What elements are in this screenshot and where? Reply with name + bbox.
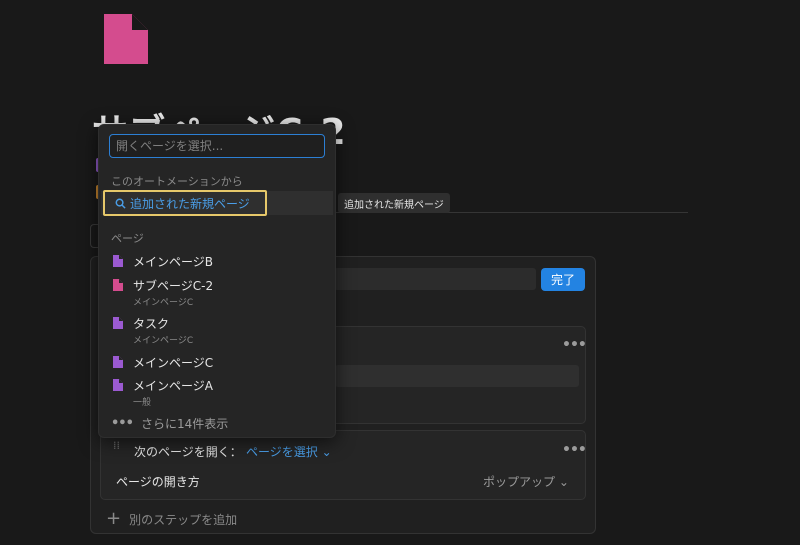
add-step-label: 別のステップを追加	[129, 512, 238, 527]
done-button[interactable]: 完了	[541, 268, 585, 291]
select-page-label: ページを選択	[246, 445, 318, 459]
open-method-label: ページの開き方	[116, 475, 200, 489]
document-icon	[113, 317, 123, 329]
add-step-button[interactable]: + 別のステップを追加	[106, 510, 237, 528]
menu-page-item[interactable]: タスク メインページC	[113, 315, 193, 346]
document-icon[interactable]	[104, 14, 148, 64]
menu-page-item[interactable]: メインページB	[113, 253, 213, 270]
menu-page-item[interactable]: メインページC	[113, 354, 213, 371]
open-method-value: ポップアップ	[483, 475, 556, 489]
open-method-select[interactable]: ポップアップ ⌄	[483, 473, 569, 490]
step-open-label: 次のページを開く：	[134, 445, 242, 459]
menu-item-new-page[interactable]: 追加された新規ページ	[103, 190, 267, 216]
drag-handle-icon[interactable]: ⁞⁞	[113, 440, 123, 451]
pages-section-label: ページ	[111, 232, 144, 245]
automation-section-label: このオートメーションから	[111, 175, 243, 188]
automation-name-input[interactable]	[334, 268, 536, 290]
menu-page-title: メインページC	[133, 356, 214, 370]
document-icon	[113, 356, 123, 368]
show-more-label: さらに14件表示	[140, 417, 229, 431]
page-select-menu: このオートメーションから 追加された新規ページ ページ メインページB サブペー…	[98, 124, 336, 438]
menu-page-title: メインページB	[133, 255, 213, 269]
menu-page-item[interactable]: サブページC-2 メインページC	[113, 277, 213, 308]
document-icon	[113, 379, 123, 391]
more-dots-icon: •••	[111, 416, 134, 431]
menu-page-title: タスク	[133, 317, 170, 331]
tooltip: 追加された新規ページ	[338, 193, 450, 213]
chevron-down-icon: ⌄	[321, 445, 332, 459]
menu-page-subtitle: メインページC	[133, 336, 194, 346]
menu-item-label: 追加された新規ページ	[130, 196, 250, 211]
menu-page-subtitle: 一般	[133, 398, 152, 408]
more-options-icon[interactable]: •••	[562, 442, 587, 458]
step-field[interactable]	[335, 365, 579, 387]
menu-page-subtitle: メインページC	[133, 298, 194, 308]
chevron-down-icon: ⌄	[558, 475, 569, 489]
show-more-button[interactable]: ••• さらに14件表示	[111, 415, 228, 432]
document-icon	[113, 279, 123, 291]
select-page-dropdown[interactable]: ページを選択 ⌄	[246, 443, 332, 460]
plus-icon: +	[106, 508, 122, 529]
document-icon	[113, 255, 123, 267]
menu-page-item[interactable]: メインページA 一般	[113, 377, 213, 408]
search-icon	[115, 198, 126, 209]
page-search-input[interactable]	[109, 134, 325, 158]
menu-page-title: メインページA	[133, 379, 213, 393]
menu-page-title: サブページC-2	[133, 279, 214, 293]
more-options-icon[interactable]: •••	[562, 337, 587, 353]
